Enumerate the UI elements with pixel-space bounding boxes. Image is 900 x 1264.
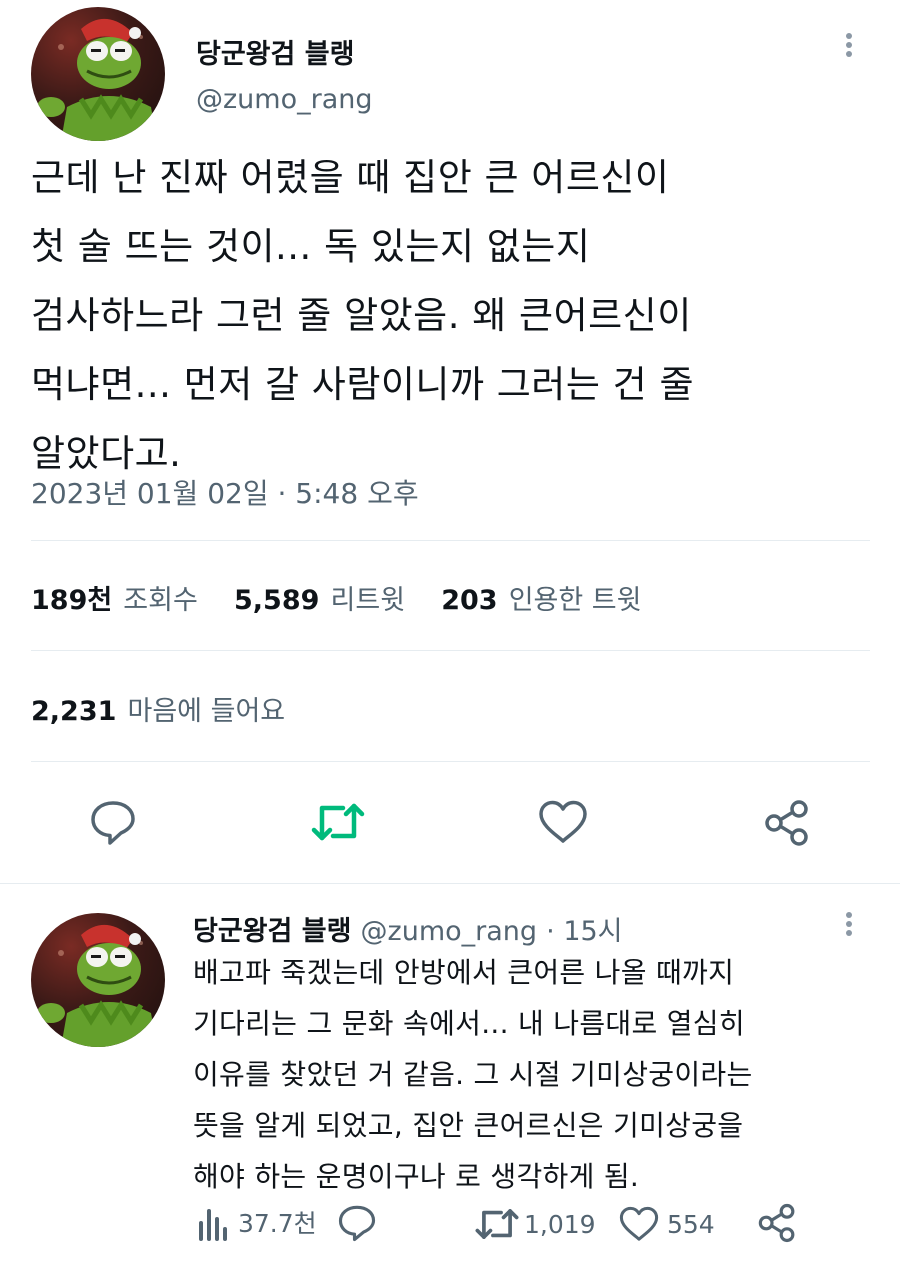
heart-icon[interactable] [538,800,588,844]
reply-views-count: 37.7천 [238,1209,317,1238]
author-name[interactable]: 당군왕검 블랭 [196,32,354,71]
kermit-avatar-image [37,18,157,141]
reply-time[interactable]: · 15시 [546,916,622,947]
kermit-avatar-image [37,924,157,1047]
retweet-icon[interactable] [311,800,365,844]
reply-retweet-button[interactable]: 1,019 [474,1206,596,1242]
reply-author-name[interactable]: 당군왕검 블랭 [193,916,351,947]
reply-share-button[interactable] [757,1203,797,1247]
reply-author-avatar[interactable] [31,913,165,1047]
share-icon[interactable] [763,799,811,847]
share-icon [758,1203,795,1243]
reply-text: 배고파 죽겠는데 안방에서 큰어른 나올 때까지 기다리는 그 문화 속에서..… [193,956,753,1193]
reply-author-handle[interactable]: @zumo_rang [361,916,538,947]
likes-label[interactable]: 마음에 들어요 [128,696,286,727]
divider [31,540,870,541]
reply-bubble-icon [338,1205,376,1242]
reply-views-button[interactable]: 37.7천 [198,1203,317,1241]
more-options-icon[interactable] [843,30,855,60]
reply-comment-button[interactable] [337,1204,377,1246]
reply-header: 당군왕검 블랭 @zumo_rang · 15시 [193,909,623,948]
reply-icon[interactable] [89,798,137,846]
retweets-label[interactable]: 리트윗 [331,585,406,616]
views-label: 조회수 [123,585,198,616]
author-avatar[interactable] [31,7,165,141]
heart-icon [619,1206,659,1241]
reply-like-count: 554 [667,1209,715,1239]
divider [31,761,870,762]
stats-row: 189천 조회수 5,589 리트윗 203 인용한 트윗 [31,578,642,617]
tweet-text: 근데 난 진짜 어렸을 때 집안 큰 어르신이 첫 술 뜨는 것이... 독 있… [31,156,694,475]
retweets-count[interactable]: 5,589 [234,585,319,616]
quotes-label[interactable]: 인용한 트윗 [509,585,642,616]
likes-row[interactable]: 2,231 마음에 들어요 [31,689,285,728]
divider [31,650,870,651]
likes-count[interactable]: 2,231 [31,696,116,727]
divider [0,883,900,884]
tweet-timestamp[interactable]: 2023년 01월 02일 · 5:48 오후 [31,472,419,512]
quotes-count[interactable]: 203 [441,585,497,616]
reply-retweet-count: 1,019 [524,1209,596,1239]
retweet-icon [475,1209,519,1239]
views-count: 189천 [31,585,113,616]
reply-like-button[interactable]: 554 [619,1206,715,1242]
author-handle[interactable]: @zumo_rang [196,84,373,115]
views-bar-chart-icon [199,1209,227,1241]
reply-more-options-icon[interactable] [843,909,855,939]
